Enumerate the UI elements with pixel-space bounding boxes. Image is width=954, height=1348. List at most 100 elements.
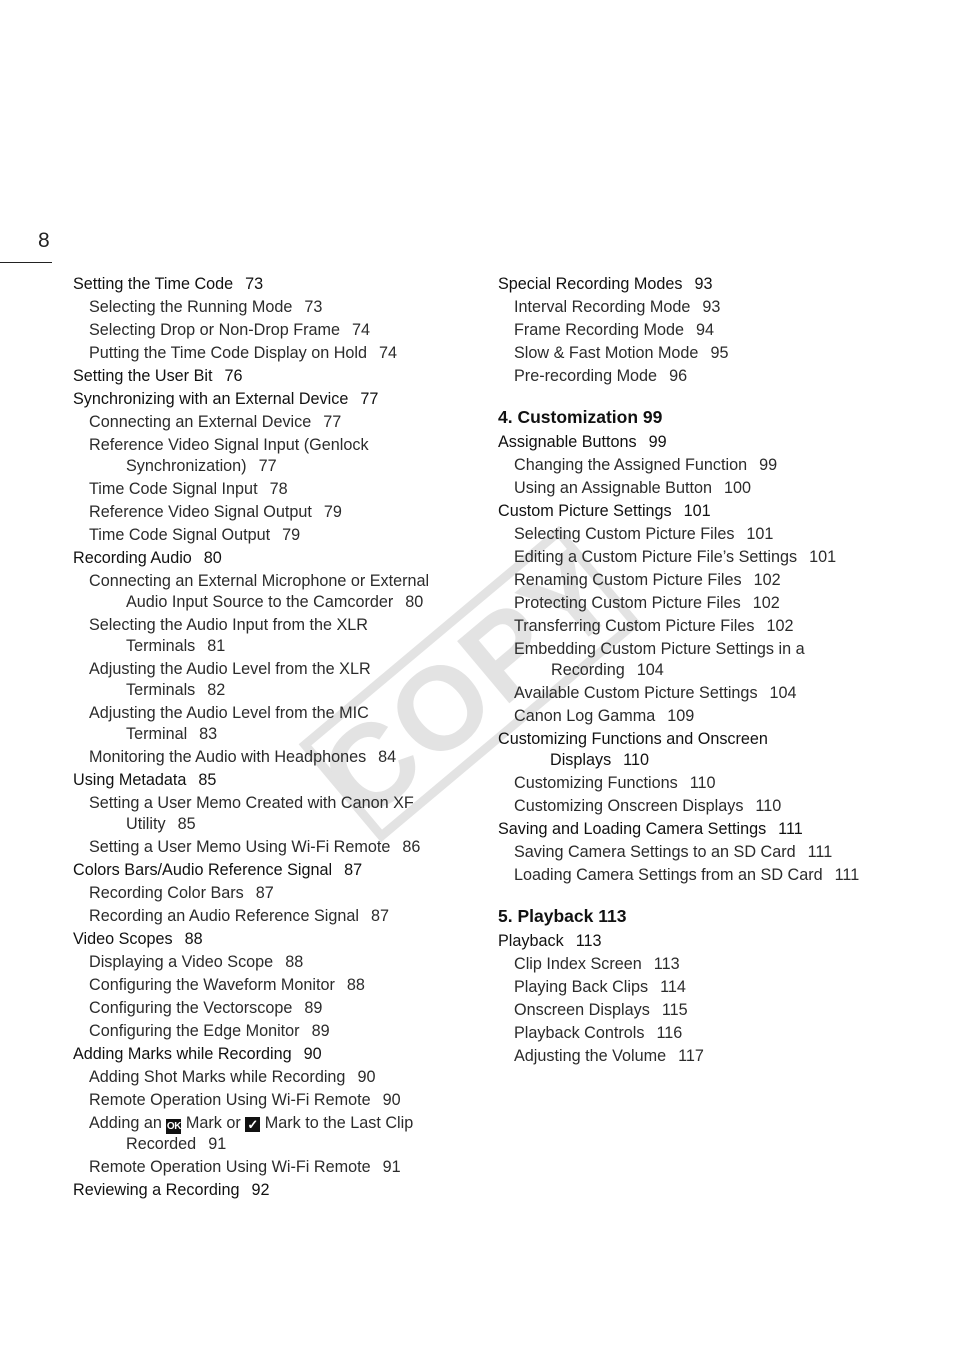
toc-subentry[interactable]: Adding Shot Marks while Recording 90 xyxy=(73,1067,473,1088)
toc-subentry[interactable]: Protecting Custom Picture Files 102 xyxy=(498,593,918,614)
toc-entry-title-text: Recording Color Bars xyxy=(89,884,244,902)
toc-entry-title-cont-text: Recording xyxy=(551,661,625,679)
toc-page-number: 104 xyxy=(769,684,797,702)
toc-entry-title-text: Reference Video Signal Output xyxy=(89,503,312,521)
page-number-rule xyxy=(0,262,52,263)
toc-subentry[interactable]: Recording Color Bars 87 xyxy=(73,883,473,904)
toc-subentry[interactable]: Setting a User Memo Created with Canon X… xyxy=(73,793,473,835)
toc-entry[interactable]: Playback 113 xyxy=(498,931,918,952)
toc-subentry[interactable]: Selecting the Audio Input from the XLR Te… xyxy=(73,615,473,657)
toc-subentry[interactable]: Adjusting the Audio Level from the MIC Te… xyxy=(73,703,473,745)
toc-entry-title-text: Configuring the Vectorscope xyxy=(89,999,293,1017)
toc-entry-title-text: Selecting the Audio Input from the XLR xyxy=(89,616,368,634)
toc-page-number: 87 xyxy=(255,884,274,902)
toc-subentry[interactable]: Displaying a Video Scope 88 xyxy=(73,952,473,973)
toc-subentry[interactable]: Editing a Custom Picture File’s Settings… xyxy=(498,547,918,568)
toc-subentry[interactable]: Clip Index Screen 113 xyxy=(498,954,918,975)
toc-entry-title: Renaming Custom Picture Files xyxy=(514,571,742,589)
toc-subentry[interactable]: Time Code Signal Input 78 xyxy=(73,479,473,500)
toc-page-number: 88 xyxy=(285,953,304,971)
toc-entry[interactable]: Using Metadata 85 xyxy=(73,770,473,791)
toc-subentry[interactable]: Reference Video Signal Input (Genlock Syn… xyxy=(73,435,473,477)
toc-subentry[interactable]: Adding an OK Mark or ✓ Mark to the Last … xyxy=(73,1113,473,1155)
toc-entry[interactable]: Synchronizing with an External Device 77 xyxy=(73,389,473,410)
toc-entry-title-text: Frame Recording Mode xyxy=(514,321,685,339)
toc-subentry[interactable]: Saving Camera Settings to an SD Card 111 xyxy=(498,842,918,863)
toc-entry-title-text: Reference Video Signal Input (Genlock xyxy=(89,436,369,454)
toc-subentry[interactable]: Selecting Custom Picture Files 101 xyxy=(498,524,918,545)
toc-entry[interactable]: Video Scopes 88 xyxy=(73,929,473,950)
chapter-heading[interactable]: 5. Playback 113 xyxy=(498,905,918,927)
toc-entry-title: Playing Back Clips xyxy=(514,978,648,996)
toc-entry-title-text: Customizing Functions and Onscreen xyxy=(498,730,768,748)
toc-subentry[interactable]: Onscreen Displays 115 xyxy=(498,1000,918,1021)
toc-entry[interactable]: Saving and Loading Camera Settings 111 xyxy=(498,819,918,840)
toc-subentry[interactable]: Connecting an External Device 77 xyxy=(73,412,473,433)
toc-subentry[interactable]: Configuring the Edge Monitor 89 xyxy=(73,1021,473,1042)
toc-entry[interactable]: Special Recording Modes 93 xyxy=(498,274,918,295)
toc-entry-title-text: Saving Camera Settings to an SD Card xyxy=(514,843,796,861)
toc-subentry[interactable]: Recording an Audio Reference Signal 87 xyxy=(73,906,473,927)
toc-subentry[interactable]: Reference Video Signal Output 79 xyxy=(73,502,473,523)
toc-subentry[interactable]: Configuring the Waveform Monitor 88 xyxy=(73,975,473,996)
toc-subentry[interactable]: Putting the Time Code Display on Hold 74 xyxy=(73,343,473,364)
chapter-heading[interactable]: 4. Customization 99 xyxy=(498,406,918,428)
toc-subentry[interactable]: Remote Operation Using Wi-Fi Remote 91 xyxy=(73,1157,473,1178)
toc-entry-title-text: Synchronizing with an External Device xyxy=(73,390,349,408)
toc-subentry[interactable]: Configuring the Vectorscope 89 xyxy=(73,998,473,1019)
toc-entry-title: Adjusting the Audio Level from the XLR xyxy=(89,660,371,678)
toc-entry[interactable]: Custom Picture Settings 101 xyxy=(498,501,918,522)
toc-entry[interactable]: Recording Audio 80 xyxy=(73,548,473,569)
toc-entry[interactable]: Colors Bars/Audio Reference Signal 87 xyxy=(73,860,473,881)
toc-entry-title: Available Custom Picture Settings xyxy=(514,684,758,702)
toc-subentry[interactable]: Canon Log Gamma 109 xyxy=(498,706,918,727)
toc-subentry[interactable]: Remote Operation Using Wi-Fi Remote 90 xyxy=(73,1090,473,1111)
toc-subentry[interactable]: Embedding Custom Picture Settings in a Re… xyxy=(498,639,918,681)
toc-entry-title: Setting the Time Code xyxy=(73,275,233,293)
toc-page-number: 90 xyxy=(303,1045,322,1063)
toc-entry-title-part: Mark to the Last Clip xyxy=(264,1114,414,1132)
toc-entry-title-continuation: Terminal 83 xyxy=(89,724,473,745)
toc-entry[interactable]: Customizing Functions and Onscreen Displa… xyxy=(498,729,918,771)
toc-entry-title: Adjusting the Audio Level from the MIC xyxy=(89,704,369,722)
toc-subentry[interactable]: Transferring Custom Picture Files 102 xyxy=(498,616,918,637)
toc-subentry[interactable]: Slow & Fast Motion Mode 95 xyxy=(498,343,918,364)
toc-subentry[interactable]: Monitoring the Audio with Headphones 84 xyxy=(73,747,473,768)
toc-page-number: 76 xyxy=(224,367,243,385)
toc-subentry[interactable]: Renaming Custom Picture Files 102 xyxy=(498,570,918,591)
toc-subentry[interactable]: Interval Recording Mode 93 xyxy=(498,297,918,318)
toc-entry[interactable]: Adding Marks while Recording 90 xyxy=(73,1044,473,1065)
toc-entry-title: Interval Recording Mode xyxy=(514,298,690,316)
toc-page-number: 111 xyxy=(834,866,860,884)
toc-subentry[interactable]: Adjusting the Audio Level from the XLR Te… xyxy=(73,659,473,701)
toc-subentry[interactable]: Selecting Drop or Non-Drop Frame 74 xyxy=(73,320,473,341)
toc-entry[interactable]: Setting the Time Code 73 xyxy=(73,274,473,295)
toc-subentry[interactable]: Setting a User Memo Using Wi-Fi Remote 86 xyxy=(73,837,473,858)
toc-subentry[interactable]: Frame Recording Mode 94 xyxy=(498,320,918,341)
toc-subentry[interactable]: Selecting the Running Mode 73 xyxy=(73,297,473,318)
toc-subentry[interactable]: Adjusting the Volume 117 xyxy=(498,1046,918,1067)
toc-entry-title: Assignable Buttons xyxy=(498,433,637,451)
toc-entry-title: Selecting the Audio Input from the XLR xyxy=(89,616,368,634)
toc-subentry[interactable]: Changing the Assigned Function 99 xyxy=(498,455,918,476)
toc-entry-title: Configuring the Waveform Monitor xyxy=(89,976,335,994)
toc-subentry[interactable]: Playback Controls 116 xyxy=(498,1023,918,1044)
toc-page-number: 86 xyxy=(402,838,421,856)
toc-subentry[interactable]: Pre-recording Mode 96 xyxy=(498,366,918,387)
toc-page-number: 102 xyxy=(753,571,781,589)
toc-subentry[interactable]: Customizing Onscreen Displays 110 xyxy=(498,796,918,817)
toc-subentry[interactable]: Available Custom Picture Settings 104 xyxy=(498,683,918,704)
toc-subentry[interactable]: Connecting an External Microphone or Ext… xyxy=(73,571,473,613)
toc-page-number: 110 xyxy=(623,751,649,769)
toc-entry[interactable]: Reviewing a Recording 92 xyxy=(73,1180,473,1201)
toc-subentry[interactable]: Time Code Signal Output 79 xyxy=(73,525,473,546)
toc-page-number: 77 xyxy=(360,390,379,408)
toc-entry-title-continuation: Terminals 82 xyxy=(89,680,473,701)
toc-subentry[interactable]: Loading Camera Settings from an SD Card 1… xyxy=(498,865,918,886)
toc-subentry[interactable]: Customizing Functions 110 xyxy=(498,773,918,794)
toc-subentry[interactable]: Playing Back Clips 114 xyxy=(498,977,918,998)
toc-entry[interactable]: Setting the User Bit 76 xyxy=(73,366,473,387)
toc-subentry[interactable]: Using an Assignable Button 100 xyxy=(498,478,918,499)
toc-page-number: 79 xyxy=(323,503,342,521)
toc-entry[interactable]: Assignable Buttons 99 xyxy=(498,432,918,453)
